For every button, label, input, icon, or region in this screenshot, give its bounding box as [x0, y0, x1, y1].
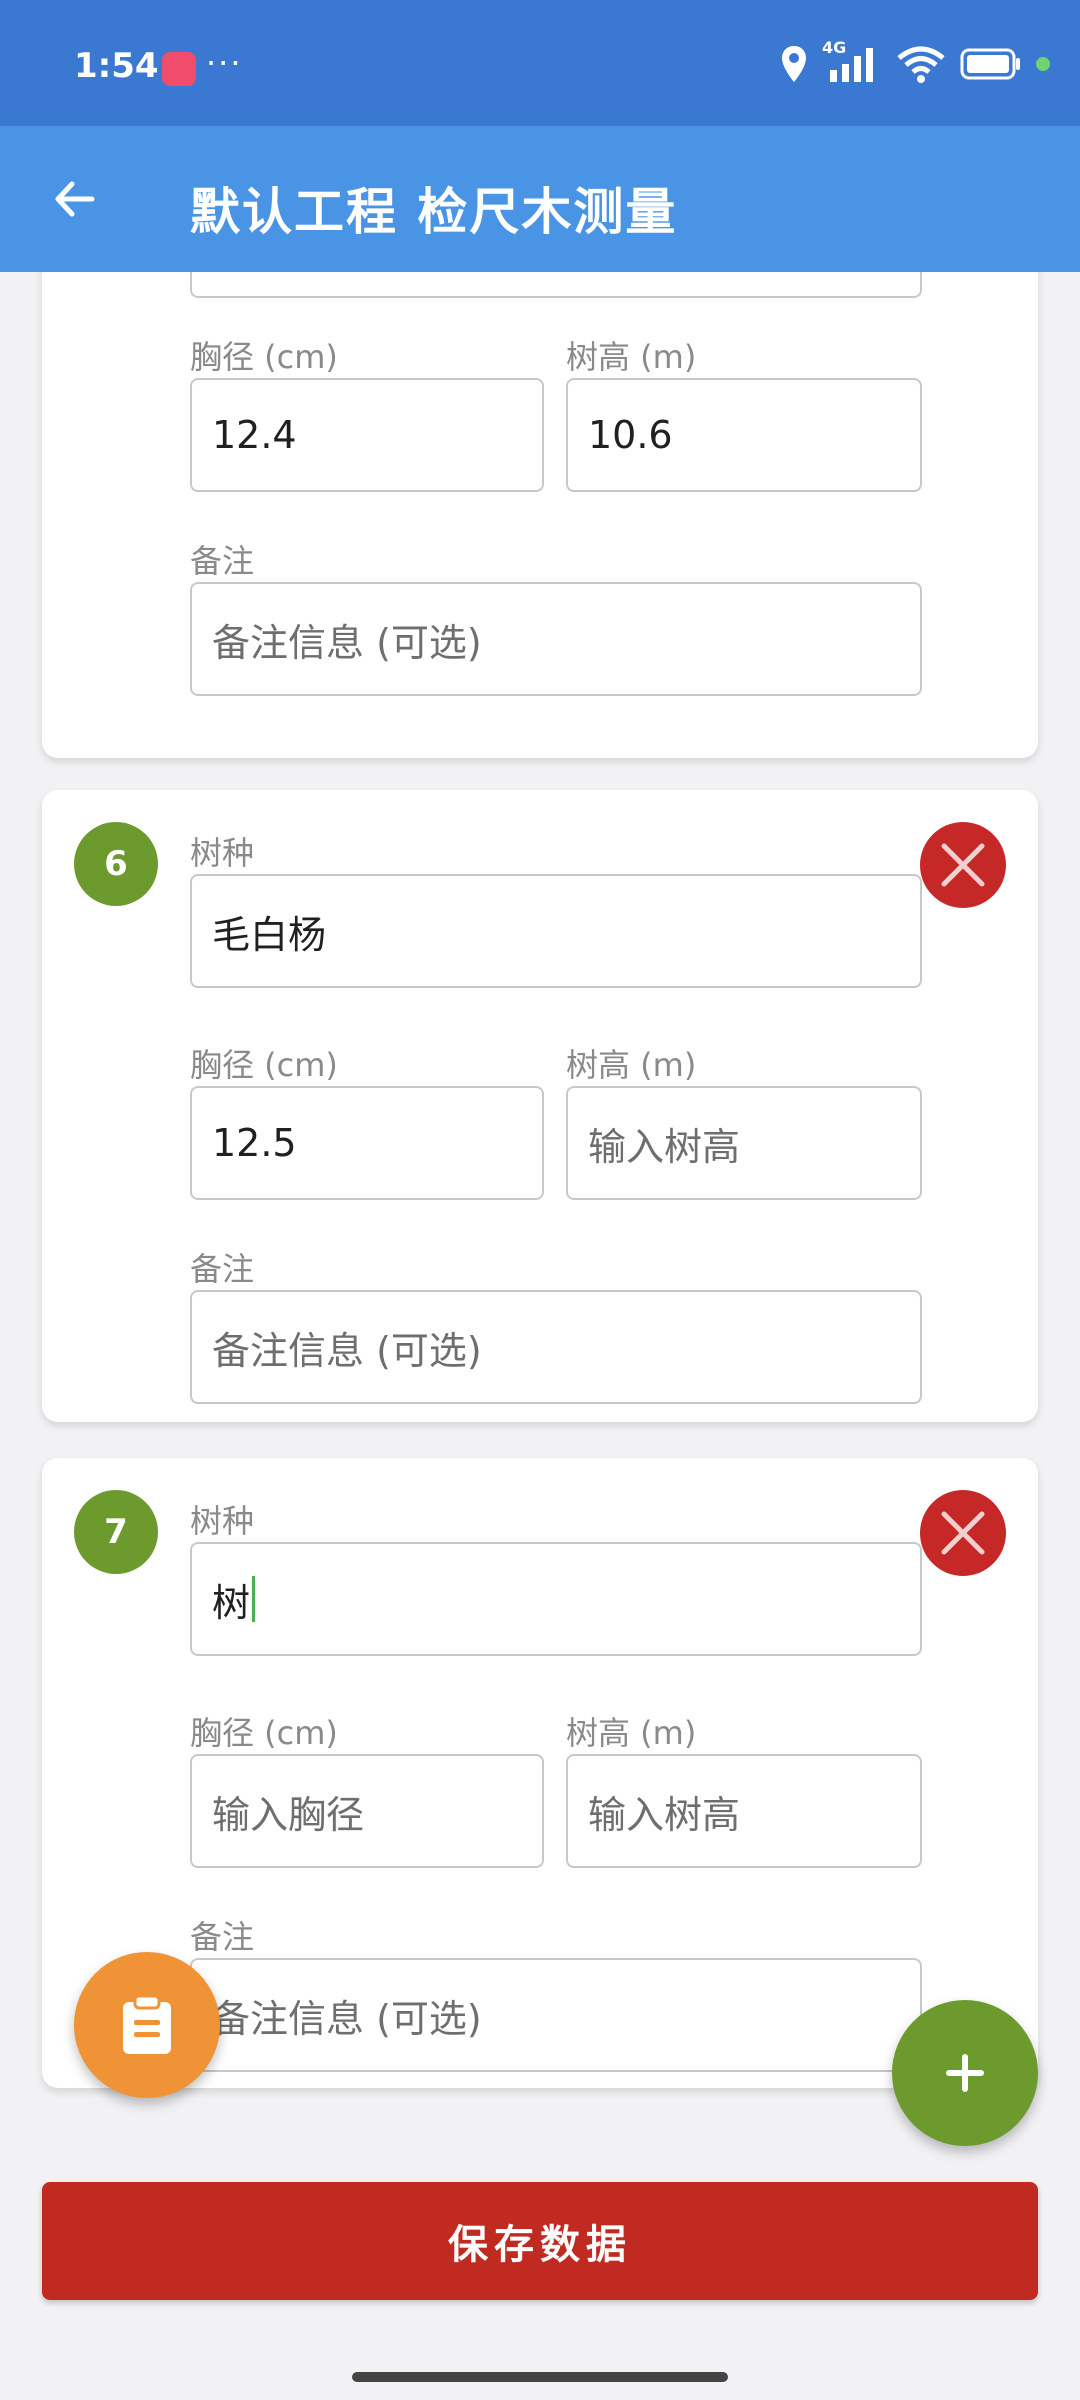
- height-label: 树高 (m): [566, 1046, 697, 1084]
- clipboard-fab-button[interactable]: [74, 1952, 220, 2098]
- dbh-label: 胸径 (cm): [190, 338, 338, 376]
- note-input[interactable]: 备注信息 (可选): [190, 1290, 922, 1404]
- cellular-signal-icon: 4G: [822, 38, 882, 84]
- tree-record-card: 胸径 (cm) 12.4 树高 (m) 10.6 备注 备注信息 (可选): [42, 272, 1038, 758]
- status-time: 1:54: [74, 46, 159, 86]
- dbh-input[interactable]: 12.4: [190, 378, 544, 492]
- app-bar: 默认工程 检尺木测量: [0, 126, 1080, 272]
- more-notifications-icon: ···: [206, 44, 243, 82]
- close-icon: [941, 843, 985, 887]
- height-input[interactable]: 输入树高: [566, 1754, 922, 1868]
- height-label: 树高 (m): [566, 338, 697, 376]
- add-record-button[interactable]: [892, 2000, 1038, 2146]
- dbh-label: 胸径 (cm): [190, 1046, 338, 1084]
- home-indicator[interactable]: [352, 2372, 728, 2382]
- species-label: 树种: [190, 1502, 255, 1540]
- status-bar: 1:54 ··· 4G: [0, 0, 1080, 126]
- height-input[interactable]: 10.6: [566, 378, 922, 492]
- tree-record-card: 6 树种 毛白杨 胸径 (cm) 12.5 树高 (m) 输入树高 备注 备注信…: [42, 790, 1038, 1422]
- save-data-button[interactable]: 保存数据: [42, 2182, 1038, 2300]
- battery-icon: [960, 48, 1020, 80]
- species-input[interactable]: 毛白杨: [190, 874, 922, 988]
- location-icon: [782, 46, 806, 82]
- height-input[interactable]: 输入树高: [566, 1086, 922, 1200]
- clipboard-icon: [123, 1994, 171, 2054]
- species-input[interactable]: 树: [190, 1542, 922, 1656]
- note-input[interactable]: 备注信息 (可选): [190, 1958, 922, 2072]
- species-input-value: 树: [212, 1580, 251, 1625]
- active-dot-icon: [1036, 57, 1050, 71]
- record-index-badge: 7: [74, 1490, 158, 1574]
- record-list[interactable]: 胸径 (cm) 12.4 树高 (m) 10.6 备注 备注信息 (可选) 6 …: [0, 272, 1080, 2098]
- dbh-input[interactable]: 输入胸径: [190, 1754, 544, 1868]
- note-label: 备注: [190, 1918, 255, 1956]
- text-cursor: [252, 1576, 256, 1622]
- notification-app-icon: [162, 52, 196, 86]
- delete-record-button[interactable]: [920, 1490, 1006, 1576]
- wifi-icon: [897, 46, 945, 83]
- dbh-input[interactable]: 12.5: [190, 1086, 544, 1200]
- delete-record-button[interactable]: [920, 822, 1006, 908]
- height-label: 树高 (m): [566, 1714, 697, 1752]
- species-label: 树种: [190, 834, 255, 872]
- note-input[interactable]: 备注信息 (可选): [190, 582, 922, 696]
- dbh-label: 胸径 (cm): [190, 1714, 338, 1752]
- plus-icon: [946, 2054, 984, 2092]
- close-icon: [941, 1511, 985, 1555]
- species-input[interactable]: [190, 272, 922, 298]
- back-arrow-icon[interactable]: [48, 172, 102, 226]
- page-title: 默认工程 检尺木测量: [190, 183, 678, 241]
- record-index-badge: 6: [74, 822, 158, 906]
- note-label: 备注: [190, 542, 255, 580]
- note-label: 备注: [190, 1250, 255, 1288]
